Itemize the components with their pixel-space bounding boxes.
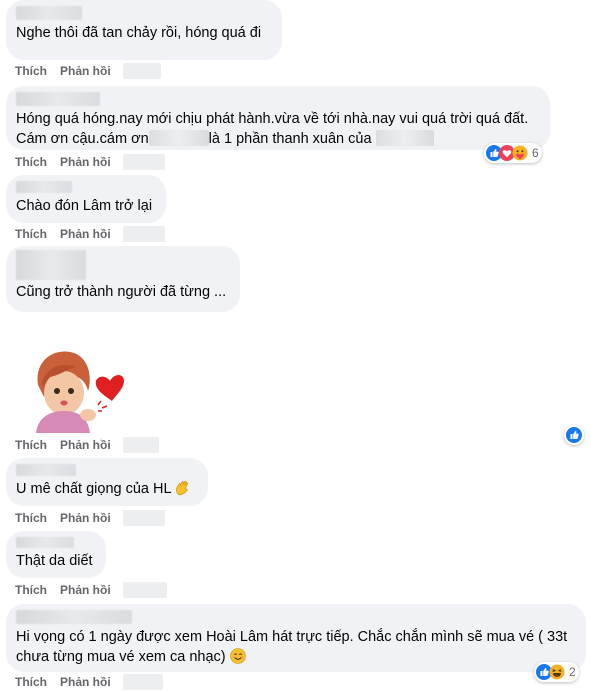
comment-text-content: U mê chất giọng của HL: [16, 481, 172, 497]
tagged-name-blurred[interactable]: [375, 130, 434, 146]
like-button[interactable]: Thích: [15, 64, 47, 78]
comment-text-line-2a: Cám ơn cậu.cám ơn: [16, 131, 149, 147]
comment-actions-2: Thích Phản hồi: [15, 153, 165, 171]
comment-text-line-2: chưa từng mua vé xem ca nhạc): [16, 649, 226, 665]
comment-text: Chào đón Lâm trở lại: [16, 198, 153, 214]
comment-text: Hi vọng có 1 ngày được xem Hoài Lâm hát …: [16, 627, 574, 670]
reply-button[interactable]: Phản hồi: [60, 438, 111, 452]
comment-bubble-8: Hi vọng có 1 ngày được xem Hoài Lâm hát …: [6, 604, 586, 672]
comment-actions-7: Thích Phản hồi: [15, 581, 167, 599]
comment-text: Hóng quá hóng.nay mới chịu phát hành.vừa…: [16, 109, 538, 149]
like-button[interactable]: Thích: [15, 155, 47, 169]
reply-button[interactable]: Phản hồi: [60, 583, 111, 597]
commenter-name-blurred[interactable]: [16, 92, 100, 106]
commenter-name-blurred[interactable]: [16, 181, 72, 193]
timestamp-blurred[interactable]: [122, 582, 167, 598]
reply-button[interactable]: Phản hồi: [60, 227, 111, 241]
like-button[interactable]: Thích: [15, 227, 47, 241]
timestamp-blurred[interactable]: [122, 226, 165, 242]
commenter-name-blurred[interactable]: [16, 250, 86, 280]
comment-bubble-6: U mê chất giọng của HL: [6, 458, 208, 506]
timestamp-blurred[interactable]: [122, 510, 165, 526]
commenter-name-blurred[interactable]: [16, 6, 82, 20]
commenter-name-blurred[interactable]: [16, 610, 132, 624]
like-button[interactable]: Thích: [15, 583, 47, 597]
sticker-avatar-girl-heart: [28, 345, 128, 433]
timestamp-blurred[interactable]: [122, 437, 159, 453]
reaction-count: 2: [569, 665, 576, 679]
comment-bubble-4: Cũng trở thành người đã từng ...: [6, 246, 240, 312]
haha-reaction-icon: [549, 664, 565, 680]
comment-bubble-7: Thật da diết: [6, 531, 106, 578]
comment-actions-5: Thích Phản hồi: [15, 436, 159, 454]
tagged-name-blurred[interactable]: [148, 130, 209, 146]
like-button[interactable]: Thích: [15, 675, 47, 689]
comment-bubble-3: Chào đón Lâm trở lại: [6, 175, 166, 223]
commenter-name-blurred[interactable]: [16, 464, 76, 476]
comment-bubble-1: Nghe thôi đã tan chảy rồi, hóng quá đi: [6, 0, 282, 60]
commenter-name-blurred[interactable]: [16, 537, 74, 548]
like-reaction-icon: [566, 427, 582, 443]
timestamp-blurred[interactable]: [122, 674, 163, 690]
sticker-image: [36, 351, 124, 433]
like-button[interactable]: Thích: [15, 438, 47, 452]
reply-button[interactable]: Phản hồi: [60, 511, 111, 525]
comment-text-line-2b: là 1 phần thanh xuân của: [208, 131, 372, 147]
reply-button[interactable]: Phản hồi: [60, 155, 111, 169]
comment-actions-1: Thích Phản hồi: [15, 62, 161, 80]
comment-text: Cũng trở thành người đã từng ...: [16, 284, 227, 300]
comment-text-line-1: Hóng quá hóng.nay mới chịu phát hành.vừa…: [16, 111, 529, 127]
like-button[interactable]: Thích: [15, 511, 47, 525]
reply-button[interactable]: Phản hồi: [60, 64, 111, 78]
reaction-summary-8[interactable]: 2: [534, 662, 579, 682]
comment-text: Nghe thôi đã tan chảy rồi, hóng quá đi: [16, 25, 262, 41]
comment-actions-8: Thích Phản hồi: [15, 673, 163, 691]
comment-text: Thật da diết: [16, 553, 93, 569]
care-reaction-icon: [512, 145, 528, 161]
comment-text-line-1: Hi vọng có 1 ngày được xem Hoài Lâm hát …: [16, 629, 568, 645]
timestamp-blurred[interactable]: [122, 154, 165, 170]
timestamp-blurred[interactable]: [122, 63, 161, 79]
reply-button[interactable]: Phản hồi: [60, 675, 111, 689]
comment-bubble-2: Hóng quá hóng.nay mới chịu phát hành.vừa…: [6, 86, 550, 150]
reaction-count: 6: [532, 146, 539, 160]
comment-actions-3: Thích Phản hồi: [15, 225, 165, 243]
hand-emoji-icon: [175, 480, 190, 502]
comment-actions-6: Thích Phản hồi: [15, 509, 165, 527]
reaction-summary-2[interactable]: 6: [484, 143, 542, 163]
smiling-face-emoji-icon: [229, 648, 246, 670]
like-reaction-badge[interactable]: [564, 425, 584, 445]
comment-text: U mê chất giọng của HL: [16, 479, 196, 502]
